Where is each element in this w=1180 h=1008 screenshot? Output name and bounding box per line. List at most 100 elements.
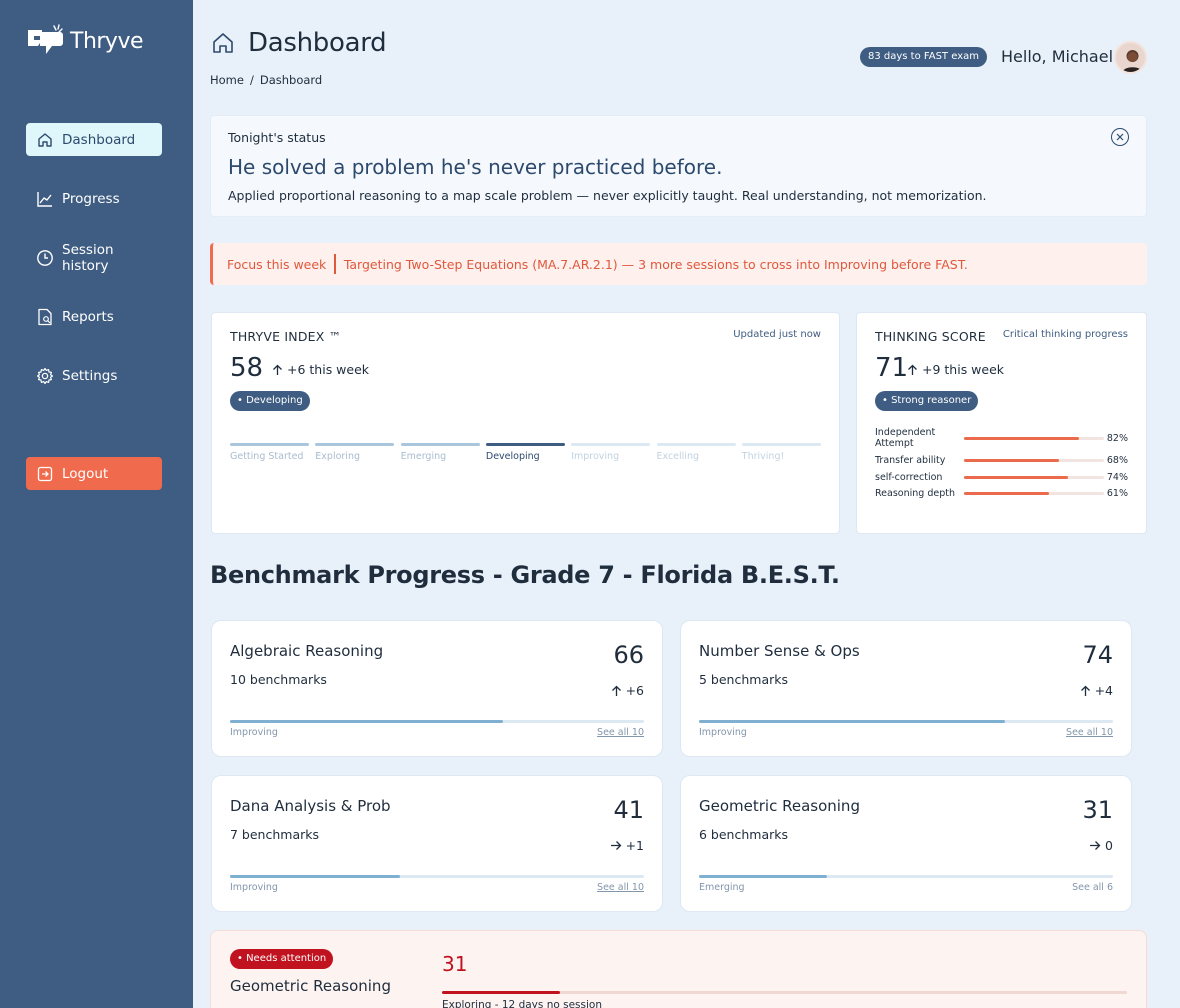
exam-countdown-badge: 83 days to FAST exam bbox=[860, 47, 987, 67]
benchmark-name: Dana Analysis & Prob bbox=[230, 797, 391, 815]
attention-progress-track bbox=[442, 991, 1127, 994]
stage-developing: Developing bbox=[485, 443, 565, 462]
benchmark-card-geometric[interactable]: Geometric Reasoning 6 benchmarks 31 0 Em… bbox=[680, 775, 1132, 912]
stage-bar bbox=[656, 443, 736, 446]
benchmark-progress-fill bbox=[230, 720, 504, 723]
see-all-link[interactable]: See all 10 bbox=[1066, 727, 1113, 738]
metric-fill bbox=[964, 475, 1068, 479]
thinking-score: 71 bbox=[875, 353, 909, 383]
benchmark-card-number-sense[interactable]: Number Sense & Ops 5 benchmarks 74 +4 Im… bbox=[680, 620, 1132, 757]
stage-getting-started: Getting Started bbox=[230, 443, 309, 462]
sidebar-item-settings[interactable]: Settings bbox=[26, 359, 162, 392]
metric-value: 68% bbox=[1106, 454, 1128, 466]
metric-value: 74% bbox=[1106, 471, 1128, 483]
arrow-up-icon bbox=[273, 364, 282, 375]
attention-progress-fill bbox=[442, 991, 560, 994]
arrow-up-icon bbox=[611, 685, 621, 696]
focus-banner: Focus this week Targeting Two-Step Equat… bbox=[210, 243, 1147, 285]
benchmark-delta-text: +6 bbox=[625, 683, 644, 698]
see-all-link[interactable]: See all 6 bbox=[1072, 882, 1113, 893]
sidebar-item-reports[interactable]: Reports bbox=[26, 300, 162, 333]
sidebar-item-progress[interactable]: Progress bbox=[26, 182, 162, 215]
stage-bar bbox=[400, 443, 480, 446]
thinking-delta: +9 this week bbox=[907, 362, 1004, 377]
benchmark-level: Improving bbox=[230, 727, 278, 738]
benchmark-progress-track bbox=[699, 875, 1113, 878]
close-icon bbox=[1116, 133, 1124, 141]
stage-bar bbox=[230, 443, 309, 446]
close-status-button[interactable] bbox=[1111, 128, 1129, 146]
thryve-logo-icon bbox=[28, 24, 63, 54]
metric-value: 61% bbox=[1106, 487, 1128, 499]
benchmark-section-title: Benchmark Progress - Grade 7 - Florida B… bbox=[210, 561, 840, 589]
arrow-up-icon bbox=[1080, 685, 1090, 696]
benchmark-progress-fill bbox=[699, 720, 1006, 723]
thinking-delta-text: +9 this week bbox=[922, 362, 1005, 377]
sidebar-item-label: Dashboard bbox=[62, 131, 136, 148]
user-greeting: Hello, Michael bbox=[1001, 47, 1114, 66]
stage-exploring: Exploring bbox=[315, 443, 395, 462]
benchmark-delta-text: +4 bbox=[1094, 683, 1113, 698]
page-title: Dashboard bbox=[248, 28, 387, 58]
home-icon bbox=[213, 33, 233, 53]
benchmark-delta-text: 0 bbox=[1105, 838, 1113, 853]
metric-row: Independent Attempt 82% bbox=[875, 427, 1128, 449]
benchmark-card-algebraic[interactable]: Algebraic Reasoning 10 benchmarks 66 +6 … bbox=[211, 620, 663, 757]
stage-bar bbox=[315, 443, 395, 446]
brand-logo[interactable]: Thryve bbox=[26, 24, 144, 58]
thinking-score-card: THINKING SCORE Critical thinking progres… bbox=[856, 312, 1147, 534]
focus-label: Focus this week bbox=[227, 256, 327, 272]
needs-attention-card[interactable]: • Needs attention Geometric Reasoning 31… bbox=[210, 930, 1147, 1008]
breadcrumb-current: Dashboard bbox=[259, 73, 323, 87]
benchmark-count: 5 benchmarks bbox=[699, 672, 788, 687]
benchmark-progress-track bbox=[699, 720, 1113, 723]
see-all-link[interactable]: See all 10 bbox=[597, 882, 644, 893]
metric-label: self-correction bbox=[875, 471, 943, 483]
benchmark-score: 74 bbox=[1082, 641, 1113, 669]
benchmark-delta: +1 bbox=[610, 838, 644, 853]
breadcrumb: Home / Dashboard bbox=[210, 73, 322, 87]
thinking-note: Critical thinking progress bbox=[1002, 329, 1128, 340]
see-all-link[interactable]: See all 10 bbox=[597, 727, 644, 738]
focus-divider bbox=[334, 254, 336, 274]
clock-icon bbox=[37, 249, 53, 266]
attention-benchmark-name: Geometric Reasoning bbox=[230, 977, 391, 995]
stage-thriving: Thriving! bbox=[741, 443, 821, 462]
benchmark-delta-text: +1 bbox=[625, 838, 644, 853]
index-score: 58 bbox=[230, 353, 264, 383]
attention-note: Exploring - 12 days no session bbox=[442, 999, 602, 1008]
stage-label: Exploring bbox=[315, 451, 360, 462]
metric-label: Transfer ability bbox=[875, 454, 946, 466]
logout-label: Logout bbox=[62, 465, 109, 482]
stage-label: Thriving! bbox=[741, 451, 785, 462]
metric-row: Transfer ability 68% bbox=[875, 452, 1128, 468]
benchmark-name: Geometric Reasoning bbox=[699, 797, 860, 815]
metric-label: Independent Attempt bbox=[875, 427, 936, 449]
sidebar-item-dashboard[interactable]: Dashboard bbox=[26, 123, 162, 156]
metric-track bbox=[964, 491, 1104, 495]
status-headline: He solved a problem he's never practiced… bbox=[228, 155, 723, 179]
user-photo-icon bbox=[1122, 50, 1143, 72]
metric-fill bbox=[964, 491, 1050, 495]
home-icon bbox=[38, 132, 52, 147]
benchmark-count: 7 benchmarks bbox=[230, 827, 319, 842]
index-updated-note: Updated just now bbox=[733, 329, 821, 340]
sidebar-item-label: Settings bbox=[62, 367, 118, 384]
needs-attention-badge: • Needs attention bbox=[230, 949, 334, 969]
stage-bar bbox=[741, 443, 821, 446]
logout-icon bbox=[37, 466, 53, 481]
gear-icon bbox=[36, 367, 54, 384]
logout-button[interactable]: Logout bbox=[26, 457, 162, 490]
stage-label: Improving bbox=[571, 451, 620, 462]
index-level-badge: • Developing bbox=[230, 391, 310, 411]
benchmark-name: Algebraic Reasoning bbox=[230, 642, 384, 660]
stage-label: Getting Started bbox=[230, 451, 304, 462]
stage-bar bbox=[571, 443, 651, 446]
benchmark-card-data-analysis[interactable]: Dana Analysis & Prob 7 benchmarks 41 +1 … bbox=[211, 775, 663, 912]
sidebar-item-session-history[interactable]: Session history bbox=[26, 241, 162, 274]
stage-label: Developing bbox=[485, 451, 540, 462]
benchmark-score: 66 bbox=[613, 641, 644, 669]
breadcrumb-home-link[interactable]: Home bbox=[210, 73, 244, 87]
tonights-status-card: Tonight's status He solved a problem he'… bbox=[210, 115, 1147, 217]
avatar[interactable] bbox=[1114, 41, 1147, 74]
